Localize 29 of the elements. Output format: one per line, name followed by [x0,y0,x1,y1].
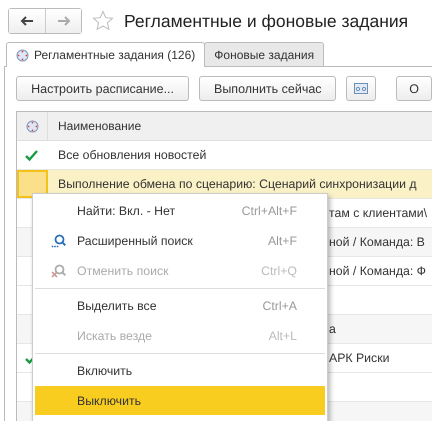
menu-item[interactable]: Расширенный поиск Alt+F [35,226,325,256]
table-cell: ной / Команда: В [329,235,425,249]
clock-icon [16,48,29,62]
forward-arrow-icon [56,16,70,26]
menu-item[interactable]: Выключить [35,386,325,415]
clock-icon [26,120,38,132]
tape-icon [354,83,368,94]
table-cell-text: Выполнение обмена по сценарию: Сценарий синхронизации д [57,177,417,191]
tab[interactable]: Регламентные задания (126) [6,42,206,67]
table-cell: АРК Риски [329,351,390,365]
star-icon[interactable] [92,10,114,32]
toolbar-button[interactable]: Настроить расписание... [16,76,190,101]
tab[interactable]: Фоновые задания [204,42,324,66]
icon-button[interactable] [346,76,376,101]
table-cell: ной / Команда: Ф [329,264,426,278]
back-arrow-icon [20,16,34,26]
search-icon [50,234,66,248]
table-cell: а [329,322,336,336]
column-header[interactable]: Наименование [48,119,142,133]
window-title: Регламентные и фоновые задания [124,10,408,32]
toolbar-button[interactable]: О [396,76,432,101]
back-button[interactable] [9,9,45,33]
cancel-search-icon [50,264,66,278]
menu-item[interactable]: Выделить все Ctrl+A [35,291,325,321]
menu-item[interactable]: Включить [35,356,325,386]
table-cell: там с клиентами\ [329,206,428,220]
table-cell-text: Все обновления новостей [57,148,206,162]
toolbar-button[interactable]: Выполнить сейчас [199,76,336,101]
menu-item[interactable]: Найти: Вкл. - Нет Ctrl+Alt+F [35,196,325,226]
